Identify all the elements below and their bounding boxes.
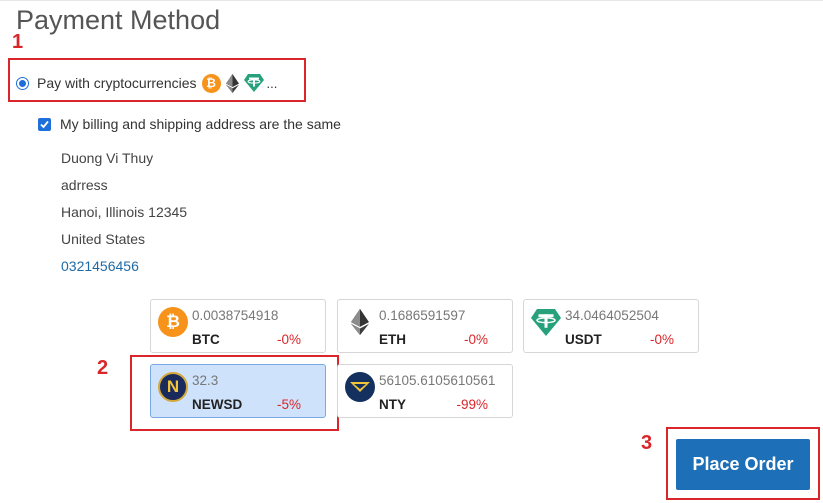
coin-amount: 32.3 [192, 373, 219, 388]
billing-same-row[interactable]: My billing and shipping address are the … [38, 116, 341, 132]
coin-card-btc[interactable]: ₿ 0.0038754918 BTC -0% [150, 299, 326, 353]
coin-card-newsd[interactable]: N 32.3 NEWSD -5% [150, 364, 326, 418]
payment-radio[interactable] [16, 76, 29, 90]
annotation-label-2: 2 [97, 357, 109, 379]
nty-icon [345, 372, 375, 402]
bitcoin-icon: ₿ [158, 307, 188, 337]
annotation-label-3: 3 [641, 432, 653, 454]
tether-icon [243, 74, 264, 92]
top-divider [0, 0, 823, 1]
coin-change: -0% [276, 332, 301, 347]
coin-change: -0% [463, 332, 488, 347]
coin-symbol: USDT [565, 332, 602, 347]
coin-amount: 0.1686591597 [379, 308, 466, 323]
billing-same-label: My billing and shipping address are the … [60, 116, 341, 132]
more-coins-ellipsis: ... [266, 75, 278, 91]
payment-option-label: Pay with cryptocurrencies [37, 75, 197, 91]
coin-symbol: BTC [192, 332, 220, 347]
coin-symbol: NEWSD [192, 397, 243, 412]
coin-amount: 56105.6105610561 [379, 373, 496, 388]
coin-card-eth[interactable]: 0.1686591597 ETH -0% [337, 299, 513, 353]
coin-amount: 34.0464052504 [565, 308, 659, 323]
address-street: adrress [61, 177, 108, 193]
annotation-label-1: 1 [12, 31, 24, 53]
coin-symbol: NTY [379, 397, 406, 412]
tether-icon [531, 307, 561, 337]
coin-card-usdt[interactable]: 34.0464052504 USDT -0% [523, 299, 699, 353]
ethereum-icon [345, 307, 375, 337]
address-city: Hanoi, Illinois 12345 [61, 204, 188, 220]
ethereum-icon [225, 73, 239, 93]
coin-change: -5% [276, 397, 301, 412]
place-order-button[interactable]: Place Order [676, 439, 810, 490]
coin-symbol: ETH [379, 332, 406, 347]
address-name: Duong Vi Thuy [61, 150, 154, 166]
coin-amount: 0.0038754918 [192, 308, 279, 323]
coin-card-nty[interactable]: 56105.6105610561 NTY -99% [337, 364, 513, 418]
coin-change: -99% [456, 397, 488, 412]
address-country: United States [61, 231, 146, 247]
newsd-icon: N [158, 372, 188, 402]
page-title: Payment Method [16, 5, 221, 35]
coin-change: -0% [649, 332, 674, 347]
billing-same-checkbox[interactable] [38, 117, 51, 131]
payment-option-crypto[interactable]: Pay with cryptocurrencies ₿ ... [16, 68, 277, 98]
bitcoin-icon: ₿ [201, 73, 221, 93]
address-phone[interactable]: 0321456456 [61, 258, 139, 274]
